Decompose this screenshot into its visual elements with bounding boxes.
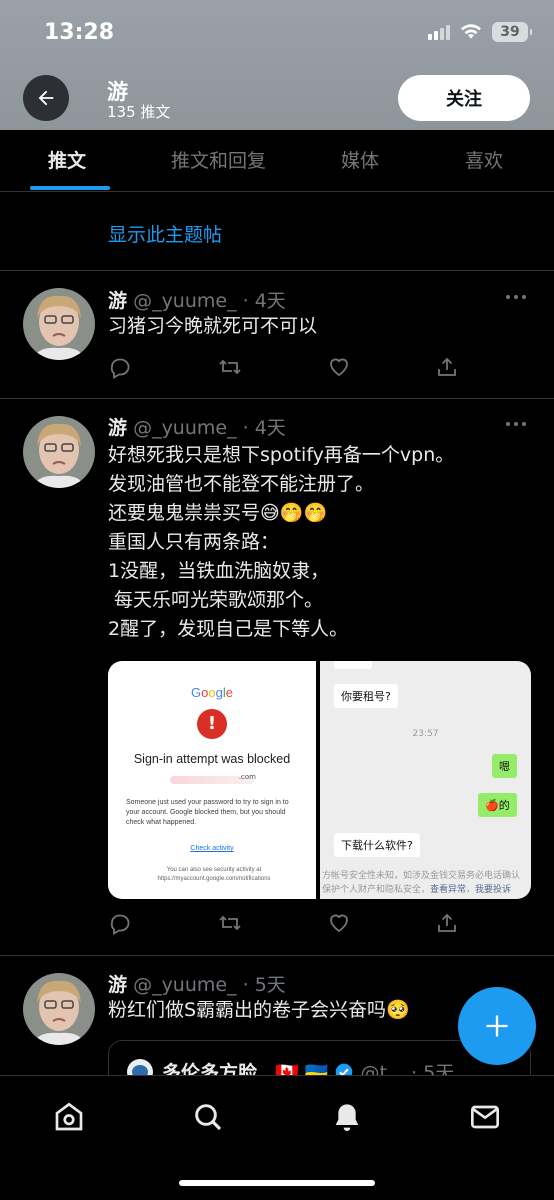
retweet-icon[interactable] — [218, 911, 242, 935]
tweet-author-name[interactable]: 游 — [108, 417, 127, 439]
compose-button[interactable] — [458, 987, 536, 1065]
tweet-header: 游 @_yuume_ · 5天 — [108, 970, 286, 997]
tab-media[interactable]: 媒体 — [341, 130, 379, 192]
profile-header-bar: 13:28 39 游 135 推文 关注 — [0, 0, 554, 130]
chat-bubble: 你要租号? — [334, 684, 398, 708]
chat-bubble — [334, 661, 372, 669]
cellular-signal-icon — [428, 24, 450, 40]
active-tab-indicator — [30, 186, 110, 190]
share-icon[interactable] — [435, 355, 459, 379]
tweet-actions — [108, 355, 458, 379]
tweet-meta: @_yuume_ · 4天 — [133, 290, 286, 312]
profile-tabs: 推文 推文和回复 媒体 喜欢 — [0, 130, 554, 192]
tweet-meta: @_yuume_ · 5天 — [133, 974, 286, 996]
follow-button[interactable]: 关注 — [398, 75, 530, 121]
share-icon[interactable] — [435, 911, 459, 935]
messages-icon[interactable] — [469, 1101, 501, 1133]
retweet-icon[interactable] — [218, 355, 242, 379]
tweet-text: 粉红们做S霸霸出的卷子会兴奋吗🥺 — [108, 999, 410, 1021]
tweet-count: 135 推文 — [107, 103, 171, 121]
more-options-icon[interactable] — [506, 295, 526, 299]
tab-tweets-and-replies[interactable]: 推文和回复 — [171, 130, 266, 192]
more-options-icon[interactable] — [506, 422, 526, 426]
home-indicator — [179, 1180, 375, 1186]
home-icon[interactable] — [53, 1101, 85, 1133]
notifications-icon[interactable] — [331, 1101, 363, 1133]
tab-tweets[interactable]: 推文 — [48, 130, 86, 192]
tweet-meta: @_yuume_ · 4天 — [133, 417, 286, 439]
status-icons: 39 — [428, 22, 532, 42]
chat-bubble: 下载什么软件? — [334, 833, 420, 857]
back-arrow-icon — [38, 90, 54, 106]
reply-icon[interactable] — [108, 355, 132, 379]
chat-bubble: 嗯 — [492, 754, 517, 778]
google-screenshot[interactable]: Google ! Sign-in attempt was blocked .co… — [108, 661, 316, 899]
alert-icon: ! — [197, 709, 227, 739]
battery-indicator: 39 — [492, 22, 532, 42]
tweet-text: 习猪习今晚就死可不可以 — [108, 315, 318, 337]
blurred-email: .com — [170, 773, 256, 784]
reply-icon[interactable] — [108, 911, 132, 935]
avatar[interactable] — [23, 288, 95, 360]
status-time: 13:28 — [44, 20, 115, 45]
search-icon[interactable] — [192, 1101, 224, 1133]
check-activity-link: Check activity — [190, 845, 234, 852]
google-logo: Google — [191, 685, 233, 700]
tweet-header: 游 @_yuume_ · 4天 — [108, 413, 286, 440]
tweet-author-name[interactable]: 游 — [108, 290, 127, 312]
tab-likes[interactable]: 喜欢 — [465, 130, 503, 192]
compose-plus-icon — [486, 1015, 508, 1037]
tweet-actions — [108, 911, 458, 935]
back-button[interactable] — [23, 75, 69, 121]
like-icon[interactable] — [327, 911, 351, 935]
divider — [0, 398, 554, 399]
like-icon[interactable] — [327, 355, 351, 379]
tweet-text: 好想死我只是想下spotify再备一个vpn。 发现油管也不能登不能注册了。 还… — [108, 444, 455, 640]
divider — [0, 955, 554, 956]
chat-time: 23:57 — [412, 729, 439, 739]
show-thread-link[interactable]: 显示此主题帖 — [108, 220, 222, 247]
tweet-header: 游 @_yuume_ · 4天 — [108, 286, 286, 313]
google-alert-title: Sign-in attempt was blocked — [133, 752, 291, 766]
divider — [0, 270, 554, 271]
tweet-author-name[interactable]: 游 — [108, 974, 127, 996]
wifi-icon — [461, 24, 481, 39]
google-alert-body: Someone just used your password to try t… — [126, 799, 289, 826]
chat-security-notice: 方帐号安全性未知，如涉及金钱交易务必电话确认 保护个人财产和隐私安全，查看异常，… — [322, 871, 521, 895]
google-alert-footer: You can also see security activity at ht… — [157, 867, 271, 882]
chat-bubble: 🍎的 — [478, 793, 517, 817]
avatar[interactable] — [23, 973, 95, 1045]
avatar[interactable] — [23, 416, 95, 488]
tweet-media[interactable]: Google ! Sign-in attempt was blocked .co… — [108, 661, 531, 899]
chat-screenshot[interactable]: 你要租号? 23:57 嗯 🍎的 下载什么软件? 方帐号安全性未知，如涉及金钱交… — [320, 661, 531, 899]
